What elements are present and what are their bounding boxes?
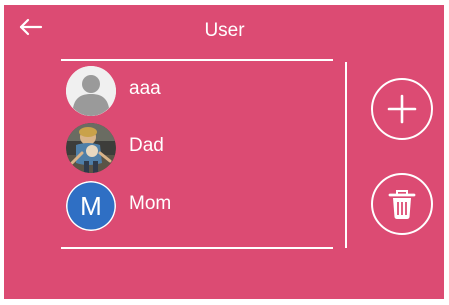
default-person-icon [66,66,116,116]
avatar-letter: M [80,191,102,221]
user-photo-avatar [66,123,116,173]
vertical-divider [345,62,347,248]
list-top-divider [61,59,333,61]
user-letter-avatar: M [66,181,116,231]
list-bottom-divider [61,247,333,249]
user-name: Dad [129,135,164,156]
plus-icon [387,94,417,124]
user-item-aaa[interactable]: aaa [66,64,326,116]
page-title: User [204,20,245,41]
user-screen: User aaa Dad M Mom [0,0,449,305]
user-item-mom[interactable]: M Mom [66,179,326,231]
delete-user-button[interactable] [371,173,433,235]
add-user-button[interactable] [371,78,433,140]
user-name: Mom [129,193,172,214]
trash-icon [388,190,416,219]
user-item-dad[interactable]: Dad [66,121,326,173]
user-name: aaa [129,78,161,99]
